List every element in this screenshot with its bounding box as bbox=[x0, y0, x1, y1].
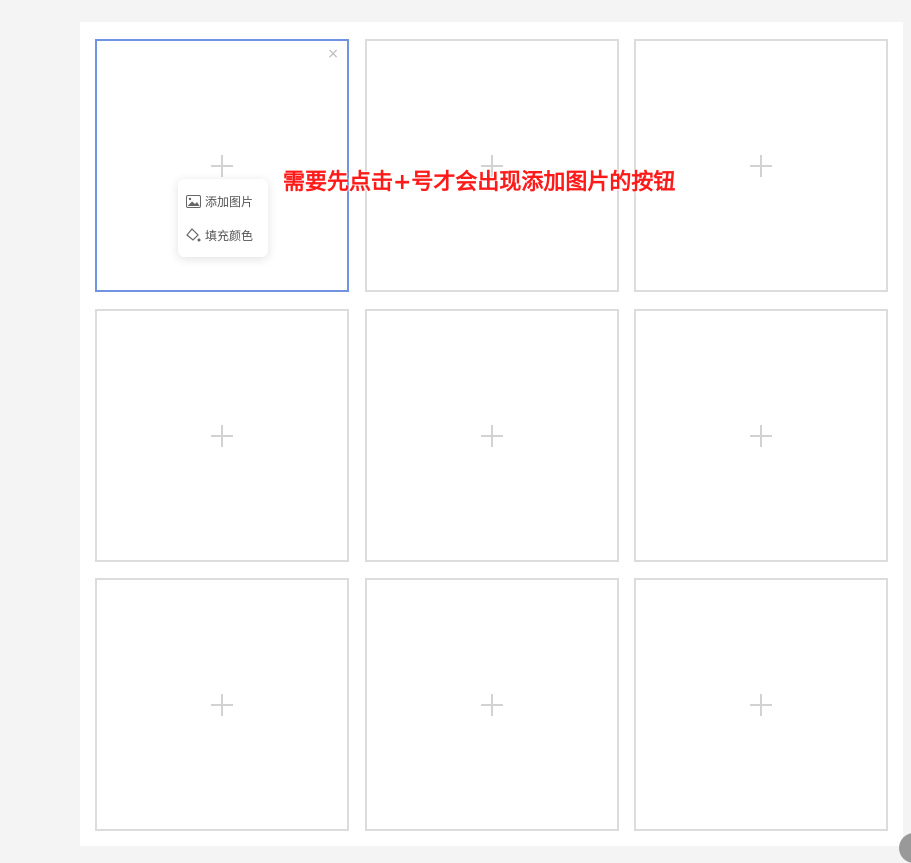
annotation-note: 需要先点击+号才会出现添加图片的按钮 bbox=[283, 170, 676, 195]
add-image-menu-item[interactable]: 添加图片 bbox=[186, 191, 253, 211]
image-cell[interactable] bbox=[634, 309, 888, 562]
image-cell[interactable] bbox=[634, 578, 888, 831]
add-image-label: 添加图片 bbox=[205, 194, 254, 209]
cell-action-menu: 添加图片 填充颜色 bbox=[178, 179, 268, 257]
plus-icon[interactable] bbox=[211, 693, 233, 716]
plus-icon[interactable] bbox=[750, 693, 772, 716]
plus-icon[interactable] bbox=[211, 424, 233, 447]
image-icon bbox=[186, 194, 201, 208]
image-cell[interactable] bbox=[95, 578, 349, 831]
fill-color-label: 填充颜色 bbox=[205, 228, 254, 243]
plus-icon[interactable] bbox=[481, 424, 503, 447]
close-icon[interactable]: × bbox=[327, 47, 339, 61]
plus-icon[interactable] bbox=[750, 424, 772, 447]
fill-color-menu-item[interactable]: 填充颜色 bbox=[186, 225, 253, 245]
plus-icon[interactable] bbox=[750, 154, 772, 177]
plus-icon[interactable] bbox=[481, 693, 503, 716]
paint-bucket-icon bbox=[186, 228, 201, 242]
image-cell[interactable] bbox=[95, 309, 349, 562]
image-cell[interactable] bbox=[365, 309, 619, 562]
plus-icon[interactable] bbox=[211, 154, 233, 177]
image-cell[interactable] bbox=[365, 578, 619, 831]
